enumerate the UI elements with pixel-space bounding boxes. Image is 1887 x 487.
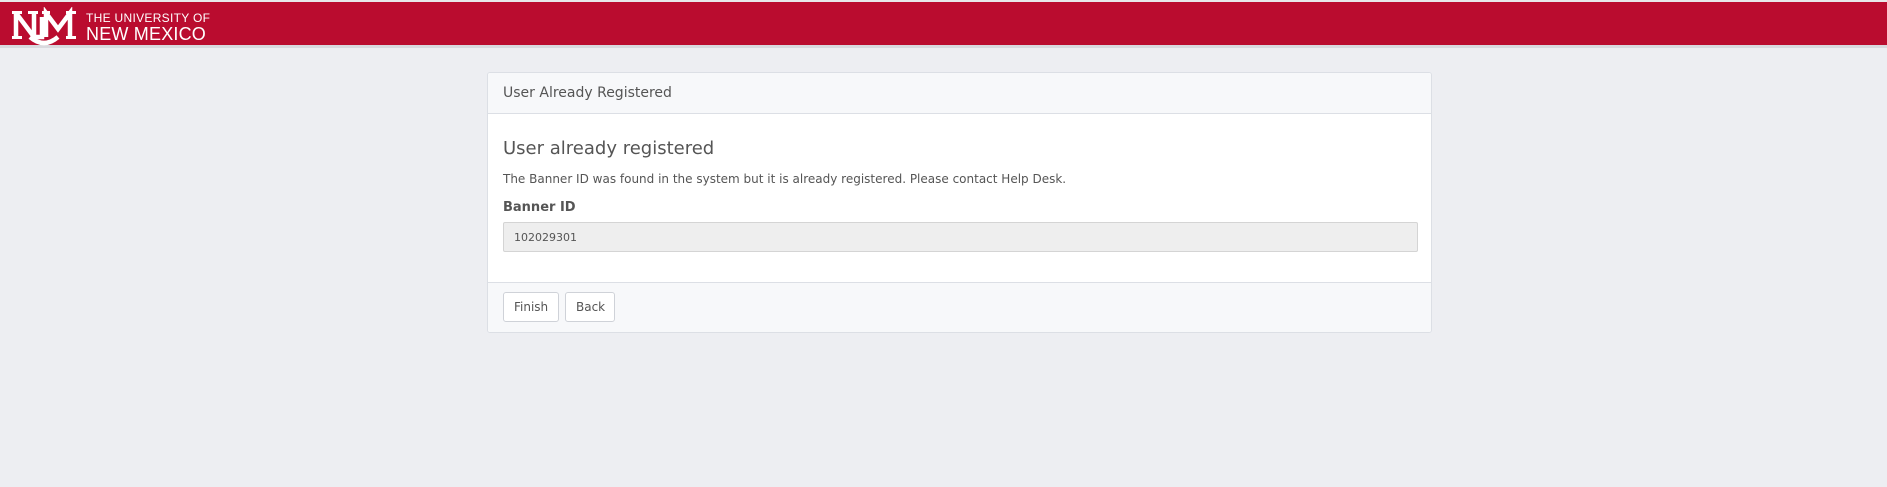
panel-body: User already registered The Banner ID wa… <box>488 114 1431 282</box>
banner-id-label: Banner ID <box>503 200 576 215</box>
brand-line-1: THE UNIVERSITY OF <box>86 10 211 25</box>
panel-footer: Finish Back <box>488 282 1431 332</box>
unm-logo[interactable]: THE UNIVERSITY OF NEW MEXICO <box>12 7 210 47</box>
status-message: The Banner ID was found in the system bu… <box>503 172 1067 186</box>
unm-logo-icon <box>12 7 76 46</box>
top-bar: THE UNIVERSITY OF NEW MEXICO <box>0 0 1887 48</box>
banner-id-field[interactable] <box>503 222 1418 252</box>
registration-panel: User Already Registered User already reg… <box>487 72 1432 333</box>
unm-logo-text: THE UNIVERSITY OF NEW MEXICO <box>86 12 210 43</box>
panel-heading: User Already Registered <box>488 73 1431 114</box>
brand-line-2: NEW MEXICO <box>86 23 207 44</box>
finish-button[interactable]: Finish <box>503 292 559 322</box>
page-title: User already registered <box>503 138 715 159</box>
back-button[interactable]: Back <box>565 292 615 322</box>
